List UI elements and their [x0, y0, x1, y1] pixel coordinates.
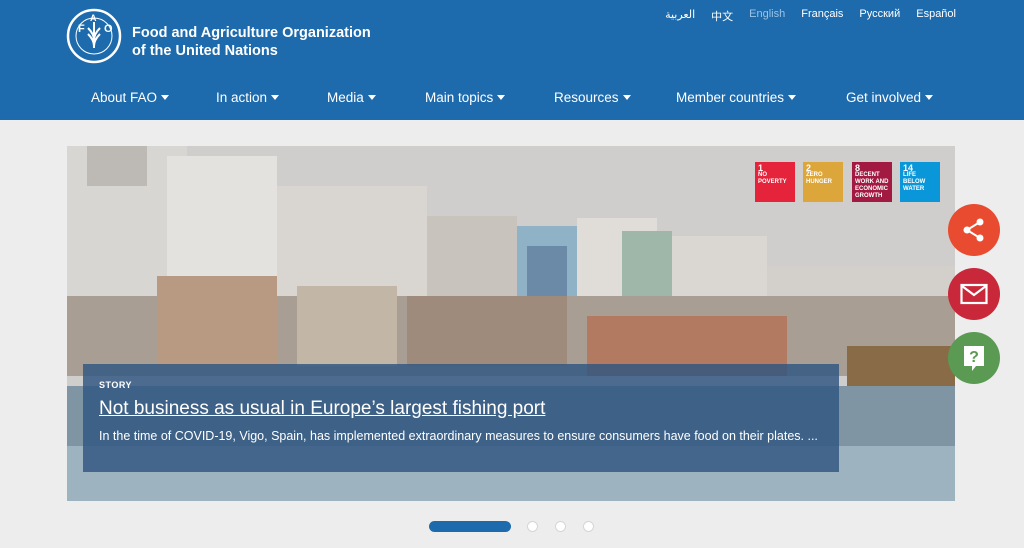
nav-main-topics[interactable]: Main topics: [425, 90, 506, 105]
sdg-badge-14[interactable]: 14 LIFE BELOW WATER: [900, 162, 940, 202]
lang-russian[interactable]: Русский: [859, 8, 900, 24]
hero-carousel-slide[interactable]: 1 NO POVERTY 2 ZERO HUNGER 8 DECENT WORK…: [67, 146, 955, 501]
org-name-line2: of the United Nations: [132, 43, 278, 59]
sdg-number: 14: [903, 163, 914, 173]
sdg-label: DECENT WORK AND ECONOMIC GROWTH: [855, 172, 889, 199]
nav-label: About FAO: [91, 90, 158, 105]
caret-down-icon: [925, 95, 934, 100]
lang-chinese[interactable]: 中文: [711, 8, 733, 24]
lang-english[interactable]: English: [749, 8, 785, 24]
nav-get-involved[interactable]: Get involved: [846, 90, 934, 105]
nav-media[interactable]: Media: [327, 90, 376, 105]
organization-name[interactable]: Food and Agriculture Organization of the…: [132, 24, 371, 60]
sdg-number: 8: [855, 163, 861, 173]
mail-icon: [960, 283, 988, 305]
caret-down-icon: [271, 95, 280, 100]
main-nav: About FAO In action Media Main topics Re…: [0, 86, 1024, 112]
story-title-link[interactable]: Not business as usual in Europe’s larges…: [99, 398, 823, 420]
carousel-dot[interactable]: [583, 521, 594, 532]
nav-label: Member countries: [676, 90, 785, 105]
svg-text:A: A: [90, 13, 97, 23]
sdg-badge-8[interactable]: 8 DECENT WORK AND ECONOMIC GROWTH: [852, 162, 892, 202]
lang-spanish[interactable]: Español: [916, 8, 956, 24]
share-icon: [963, 218, 984, 242]
svg-text:O: O: [104, 23, 113, 35]
nav-label: Main topics: [425, 90, 494, 105]
caret-down-icon: [161, 95, 170, 100]
sdg-label: NO POVERTY: [758, 172, 787, 185]
svg-text:?: ?: [969, 349, 979, 366]
carousel-dot-active[interactable]: [429, 521, 511, 532]
caret-down-icon: [788, 95, 797, 100]
question-icon: ?: [964, 346, 984, 371]
sdg-label: ZERO HUNGER: [806, 172, 833, 185]
nav-member-countries[interactable]: Member countries: [676, 90, 797, 105]
site-header: F A O Food and Agriculture Organization …: [0, 0, 1024, 120]
org-name-line1: Food and Agriculture Organization: [132, 25, 371, 41]
language-selector: العربية 中文 English Français Русский Espa…: [665, 8, 956, 24]
nav-label: Resources: [554, 90, 619, 105]
story-description: In the time of COVID-19, Vigo, Spain, ha…: [99, 429, 818, 443]
caret-down-icon: [367, 95, 376, 100]
help-button[interactable]: ?: [948, 332, 1000, 384]
sdg-badge-2[interactable]: 2 ZERO HUNGER: [803, 162, 843, 202]
sdg-number: 2: [806, 163, 812, 173]
fao-logo[interactable]: F A O: [66, 8, 122, 64]
sdg-number: 1: [758, 163, 764, 173]
email-button[interactable]: [948, 268, 1000, 320]
nav-resources[interactable]: Resources: [554, 90, 631, 105]
share-button[interactable]: [948, 204, 1000, 256]
nav-about-fao[interactable]: About FAO: [91, 90, 170, 105]
sdg-label: LIFE BELOW WATER: [903, 172, 926, 192]
nav-label: In action: [216, 90, 268, 105]
story-caption: STORY Not business as usual in Europe’s …: [83, 364, 839, 472]
carousel-dot[interactable]: [555, 521, 566, 532]
caret-down-icon: [622, 95, 631, 100]
caret-down-icon: [497, 95, 506, 100]
sdg-badge-1[interactable]: 1 NO POVERTY: [755, 162, 795, 202]
nav-label: Media: [327, 90, 364, 105]
nav-label: Get involved: [846, 90, 922, 105]
lang-arabic[interactable]: العربية: [665, 8, 695, 24]
svg-text:F: F: [78, 23, 85, 35]
lang-french[interactable]: Français: [801, 8, 843, 24]
carousel-dot[interactable]: [527, 521, 538, 532]
nav-in-action[interactable]: In action: [216, 90, 280, 105]
story-tag: STORY: [99, 380, 133, 390]
